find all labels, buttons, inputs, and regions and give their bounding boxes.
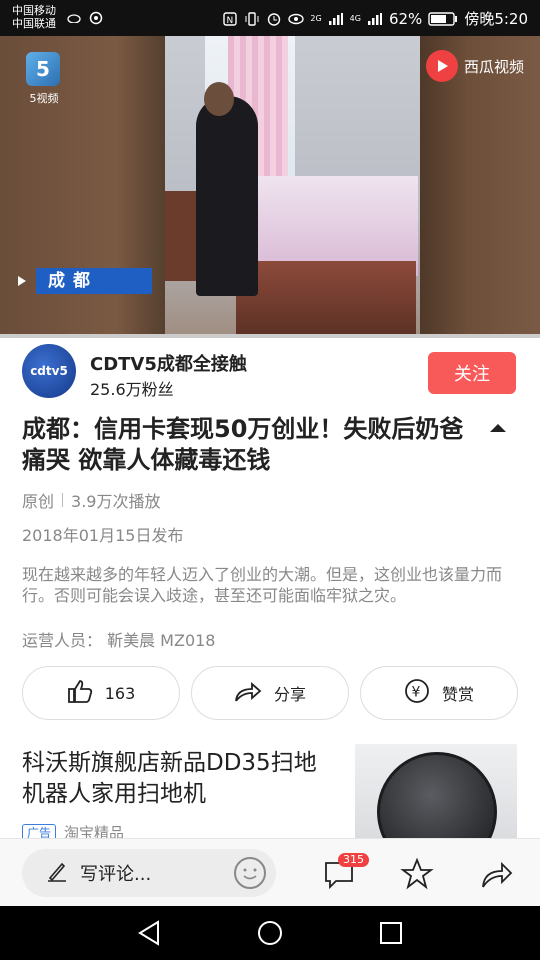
- operator-info: 运营人员： 靳美晨 MZ018: [22, 631, 216, 650]
- article-description: 现在越来越多的年轻人迈入了创业的大潮。但是，这创业也该量力而行。否则可能会误入歧…: [22, 565, 503, 605]
- back-icon[interactable]: [136, 920, 162, 946]
- collapse-icon[interactable]: [490, 424, 506, 432]
- channel-logo-text: 5视频: [29, 92, 59, 105]
- svg-text:N: N: [227, 16, 234, 26]
- ad-label: 广告: [22, 823, 57, 838]
- status-left-icons: [66, 10, 104, 26]
- divider: [62, 493, 64, 507]
- reward-button[interactable]: ¥ 赞赏: [360, 666, 518, 720]
- publish-date: 2018年01月15日发布: [22, 526, 184, 545]
- recents-icon[interactable]: [378, 920, 404, 946]
- xigua-brand: 西瓜视频: [425, 50, 524, 82]
- xigua-brand-text: 西瓜视频: [463, 57, 524, 76]
- yen-coin-icon: ¥: [404, 678, 430, 708]
- home-icon[interactable]: [257, 920, 283, 946]
- action-buttons: 163 分享 ¥ 赞赏: [22, 666, 518, 720]
- battery-icon: [428, 11, 458, 27]
- network-type-2: 4G: [349, 14, 361, 23]
- svg-text:¥: ¥: [411, 685, 420, 701]
- like-count: 163: [104, 683, 136, 703]
- author-row: cdtv5 CDTV5成都全接触 25.6万粉丝 关注: [0, 338, 540, 404]
- video-scene-person: [196, 96, 258, 296]
- share-label: 分享: [273, 685, 306, 704]
- play-count: 3.9万次播放: [71, 492, 161, 511]
- cloud-icon: [66, 10, 82, 26]
- triangle-icon: [18, 276, 26, 286]
- ad-meta: 广告 淘宝精品: [22, 822, 124, 838]
- signal-icon: [328, 11, 344, 27]
- share-icon: [234, 680, 262, 706]
- nfc-icon: N: [222, 11, 238, 27]
- author-name[interactable]: CDTV5成都全接触: [90, 350, 247, 376]
- author-fans: 25.6万粉丝: [90, 380, 174, 399]
- avatar[interactable]: cdtv5: [22, 344, 76, 398]
- share-button[interactable]: 分享: [191, 666, 349, 720]
- alarm-icon: [266, 11, 282, 27]
- thumbs-up-icon: [67, 679, 93, 707]
- eye-icon: [288, 11, 305, 27]
- system-nav-bar: [0, 906, 540, 960]
- network-type-1: 2G: [310, 14, 322, 23]
- status-bar: 中国移动 中国联通 N 2G 4G 62% 傍晚5:20: [0, 0, 540, 36]
- signal-icon-2: [367, 11, 383, 27]
- sync-icon: [88, 10, 104, 26]
- play-icon: [425, 50, 458, 82]
- video-player[interactable]: 5 5视频 西瓜视频 成都: [0, 36, 540, 338]
- carrier-1: 中国移动: [12, 4, 56, 17]
- emoji-icon[interactable]: [234, 857, 266, 889]
- comment-bar: 写评论... 315: [0, 838, 540, 906]
- channel-logo-badge: 5: [26, 52, 60, 86]
- ad-title[interactable]: 科沃斯旗舰店新品DD35扫地机器人家用扫地机: [22, 748, 332, 810]
- carrier-2: 中国联通: [12, 17, 56, 30]
- robot-vacuum-image: [377, 752, 497, 838]
- ad-source: 淘宝精品: [64, 824, 125, 838]
- battery-percent: 62%: [388, 9, 423, 28]
- like-button[interactable]: 163: [22, 666, 180, 720]
- carrier-info: 中国移动 中国联通: [12, 4, 56, 30]
- ad-card[interactable]: 科沃斯旗舰店新品DD35扫地机器人家用扫地机 广告 淘宝精品: [0, 742, 540, 838]
- channel-logo: 5 5视频: [26, 52, 62, 114]
- clock: 傍晚5:20: [464, 10, 528, 28]
- reward-label: 赞赏: [441, 685, 474, 704]
- pen-icon: [46, 860, 68, 887]
- avatar-text: cdtv5: [30, 364, 68, 378]
- status-right: N 2G 4G 62% 傍晚5:20: [222, 8, 528, 29]
- article-title: 成都：信用卡套现50万创业！失败后奶爸痛哭 欲靠人体藏毒还钱: [22, 415, 464, 474]
- article-meta: 原创 3.9万次播放: [22, 488, 160, 512]
- city-tag: 成都: [36, 268, 152, 294]
- star-icon[interactable]: [400, 857, 434, 891]
- follow-button[interactable]: 关注: [428, 352, 516, 394]
- video-scene-bedbase: [236, 261, 416, 338]
- comment-count-badge: 315: [338, 853, 369, 867]
- vibrate-icon: [244, 11, 260, 27]
- video-scene-person-head: [204, 82, 234, 116]
- comment-placeholder: 写评论...: [80, 864, 152, 885]
- original-tag: 原创: [22, 492, 55, 511]
- ad-image[interactable]: [355, 744, 517, 838]
- forward-icon[interactable]: [480, 857, 514, 891]
